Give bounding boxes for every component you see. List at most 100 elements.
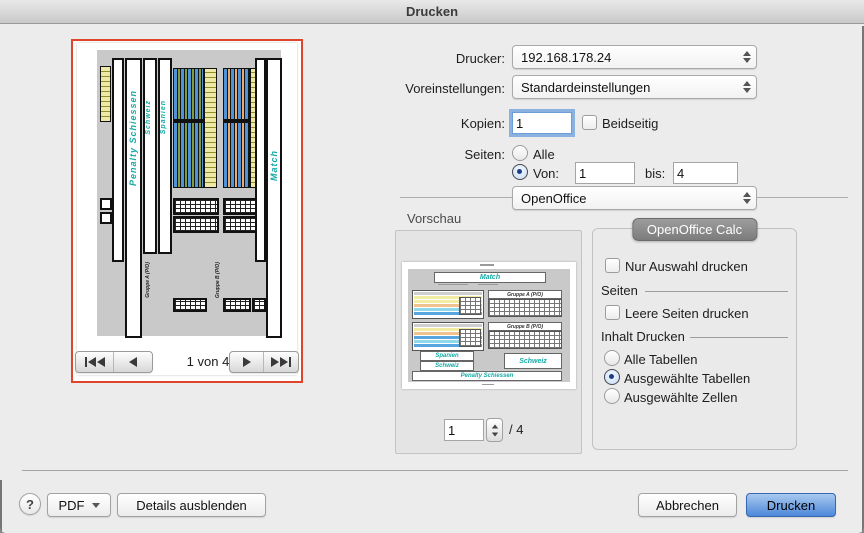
pages-section-line	[645, 291, 788, 292]
print-dialog: Drucken Penalty Schiessen Schweiz Spanie…	[0, 0, 864, 533]
app-options-select[interactable]: OpenOffice	[512, 186, 757, 210]
print-button[interactable]: Drucken	[746, 493, 836, 517]
tiny-header-text	[480, 264, 494, 266]
all-tables-radio[interactable]	[604, 350, 620, 366]
table-bar: Penalty Schiessen	[125, 58, 142, 338]
schweiz-box-label: Schweiz	[519, 358, 547, 365]
vorschau-total-pages: / 4	[509, 422, 523, 437]
dropdown-arrow-icon	[92, 503, 100, 508]
spanien-band: Spanien	[420, 351, 474, 361]
printer-select[interactable]: 192.168.178.24	[512, 45, 757, 69]
vorschau-page-stepper[interactable]	[486, 418, 503, 442]
group-b-rotated: Gruppe B (P/O)	[215, 262, 221, 298]
group-a-grid	[488, 299, 562, 317]
help-button[interactable]: ?	[19, 493, 41, 515]
yellow-column	[100, 66, 111, 122]
stepper-up-icon	[491, 424, 497, 428]
vorschau-page: Match Gruppe A (P/O)	[402, 262, 576, 389]
match-title-band: Match	[434, 272, 546, 283]
empty-pages-checkbox[interactable]	[605, 305, 620, 320]
pages-to-input[interactable]	[673, 162, 738, 184]
first-page-icon	[85, 357, 87, 367]
selected-cells-radio[interactable]	[604, 388, 620, 404]
schweiz-label: Schweiz	[435, 363, 459, 369]
group-b-title: Gruppe B (P/O)	[507, 324, 543, 330]
duplex-checkbox[interactable]	[582, 115, 597, 130]
last-page-icon	[289, 357, 291, 367]
mini-grid	[173, 216, 219, 233]
pages-all-radio[interactable]	[512, 145, 528, 161]
hide-details-button[interactable]: Details ausblenden	[117, 493, 266, 517]
schweiz-box: Schweiz	[504, 353, 562, 369]
copies-input[interactable]	[512, 112, 572, 134]
small-cell	[100, 212, 112, 224]
last-page-icon	[271, 357, 279, 367]
group-b-table	[412, 322, 484, 351]
group-b-band: Gruppe B (P/O)	[488, 322, 562, 331]
selected-tables-label: Ausgewählte Tabellen	[624, 371, 750, 386]
mini-grid	[223, 298, 251, 312]
schweiz-label-rotated: Schweiz	[145, 100, 152, 135]
popup-stepper-icon	[738, 51, 756, 63]
group-a-table	[412, 290, 484, 319]
only-selection-checkbox[interactable]	[605, 258, 620, 273]
print-label: Drucken	[767, 498, 815, 513]
presets-select[interactable]: Standardeinstellungen	[512, 75, 757, 99]
spanien-label-rotated: Spanien	[160, 100, 167, 134]
empty-pages-label: Leere Seiten drucken	[625, 306, 749, 321]
group-b-grid	[488, 331, 562, 349]
calc-options-panel: OpenOffice Calc Nur Auswahl drucken Seit…	[592, 228, 797, 450]
penalty-band: Penalty Schiessen	[412, 371, 562, 381]
group-a-band: Gruppe A (P/O)	[488, 290, 562, 299]
last-page-icon	[280, 357, 288, 367]
cancel-label: Abbrechen	[656, 498, 719, 513]
tiny-text	[478, 284, 498, 285]
penalty-label: Penalty Schiessen	[461, 373, 514, 379]
popup-stepper-icon	[738, 192, 756, 204]
app-options-select-value: OpenOffice	[513, 191, 738, 206]
cancel-button[interactable]: Abbrechen	[638, 493, 737, 517]
popup-stepper-icon	[738, 81, 756, 93]
mini-grid	[173, 198, 219, 215]
hide-details-label: Details ausblenden	[136, 498, 247, 513]
copies-label: Kopien:	[250, 116, 505, 131]
pages-all-label: Alle	[533, 147, 555, 162]
match-title: Match	[480, 274, 500, 281]
footer-divider	[22, 470, 848, 471]
prev-page-button[interactable]	[113, 352, 151, 372]
presets-label: Voreinstellungen:	[250, 81, 505, 96]
next-page-icon	[243, 357, 251, 367]
pdf-menu-button[interactable]: PDF	[47, 493, 111, 517]
page-nav-back-group	[75, 351, 153, 373]
pages-section-label: Seiten	[601, 283, 638, 298]
mini-grid	[173, 298, 207, 312]
first-page-icon	[88, 357, 96, 367]
last-page-button[interactable]	[263, 352, 297, 372]
schweiz-band: Schweiz	[420, 361, 474, 371]
vorschau-page-content: Match Gruppe A (P/O)	[408, 269, 570, 382]
group-a-rotated: Gruppe A (P/O)	[145, 262, 151, 298]
pages-label: Seiten:	[250, 147, 505, 162]
first-page-button[interactable]	[76, 352, 113, 372]
pages-range-radio[interactable]	[512, 164, 528, 180]
pages-to-label: bis:	[645, 166, 665, 181]
printer-label: Drucker:	[250, 51, 505, 66]
tiny-text	[438, 284, 468, 285]
vorschau-page-input[interactable]	[444, 419, 484, 441]
printer-select-value: 192.168.178.24	[513, 50, 738, 65]
selected-tables-radio[interactable]	[604, 369, 620, 385]
dialog-title: Drucken	[406, 4, 458, 19]
content-section-label: Inhalt Drucken	[601, 329, 685, 344]
pages-from-label: Von:	[533, 166, 559, 181]
next-page-button[interactable]	[230, 352, 263, 372]
vorschau-label: Vorschau	[407, 211, 461, 226]
pdf-menu-label: PDF	[59, 498, 85, 513]
presets-select-value: Standardeinstellungen	[513, 80, 738, 95]
window-edge-left	[0, 480, 2, 533]
mini-grid	[252, 298, 266, 312]
help-icon: ?	[26, 497, 34, 512]
vorschau-box: Match Gruppe A (P/O)	[395, 230, 582, 454]
tiny-footer-text	[482, 384, 494, 385]
first-page-icon	[97, 357, 105, 367]
pages-from-input[interactable]	[575, 162, 635, 184]
